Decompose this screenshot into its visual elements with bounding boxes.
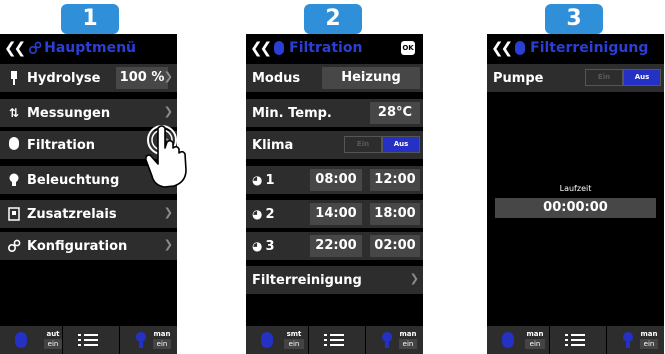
pump-icon[interactable]	[502, 332, 514, 348]
pump-status: smt ein	[284, 329, 304, 349]
chevron-right-icon: ❯	[163, 238, 173, 251]
page-title: Filtration	[289, 40, 363, 56]
menu-icon[interactable]	[324, 333, 344, 347]
laufzeit-value: 00:00:00	[495, 198, 656, 218]
pump-status: man ein	[525, 330, 545, 349]
timer-end[interactable]: 12:00	[370, 169, 420, 191]
menu-item-label: Zusatzrelais	[27, 206, 117, 222]
pump-icon[interactable]	[15, 332, 27, 348]
modus-value[interactable]: Heizung	[322, 67, 420, 89]
chevron-right-icon: ❯	[163, 105, 173, 118]
filterreinigung-label: Filterreinigung	[252, 272, 362, 288]
menu-item-label: Konfiguration	[27, 238, 128, 254]
back-icon[interactable]: ❮❮	[491, 39, 513, 57]
screen-main-menu: ❮❮ Hauptmenü Hydrolyse 100 % ❯ ⇅ Messung…	[0, 34, 177, 354]
timer-number: 1	[265, 172, 275, 188]
back-icon[interactable]: ❮❮	[250, 39, 272, 57]
bulb-icon[interactable]	[381, 331, 393, 349]
bulb-icon[interactable]	[622, 331, 634, 349]
timer-start[interactable]: 22:00	[310, 235, 362, 257]
toggle-ein[interactable]: Ein	[585, 69, 623, 86]
timer-row-1[interactable]: ◕ 1 08:00 12:00	[246, 166, 423, 194]
hydrolysis-icon	[11, 71, 17, 85]
timer-number: 3	[265, 238, 275, 254]
menu-item-konfiguration[interactable]: Konfiguration ❯	[0, 232, 177, 260]
toggle-aus[interactable]: Aus	[382, 136, 420, 153]
screen-filterreinigung: ❮❮ Filterreinigung Pumpe Ein Aus Laufzei…	[487, 34, 664, 354]
bottom-bar: smt ein man ein	[246, 326, 423, 354]
menu-icon[interactable]	[78, 333, 98, 347]
timer-end[interactable]: 02:00	[370, 235, 420, 257]
screen-filtration: ❮❮ Filtration OK Modus Heizung Min. Temp…	[246, 34, 423, 354]
page-title: Hauptmenü	[44, 40, 137, 56]
clock-icon: ◕	[252, 207, 263, 221]
light-status: man ein	[399, 330, 417, 349]
pump-status: aut ein	[44, 329, 62, 349]
ok-button[interactable]: OK	[401, 41, 415, 55]
bulb-icon	[9, 173, 19, 186]
measure-arrows-icon: ⇅	[8, 106, 20, 120]
timer-start[interactable]: 08:00	[310, 169, 362, 191]
timer-row-2[interactable]: ◕ 2 14:00 18:00	[246, 200, 423, 228]
page-title: Filterreinigung	[530, 40, 649, 56]
klima-label: Klima	[252, 137, 294, 153]
header: ❮❮ Filterreinigung	[487, 34, 664, 62]
menu-icon[interactable]	[565, 333, 585, 347]
bulb-icon[interactable]	[135, 331, 147, 349]
light-status: man ein	[153, 330, 171, 349]
pumpe-toggle[interactable]: Ein Aus	[585, 69, 661, 86]
step-badge-1: 1	[61, 4, 119, 34]
timer-number: 2	[265, 206, 275, 222]
pumpe-row[interactable]: Pumpe Ein Aus	[487, 64, 664, 92]
step-badge-3: 3	[545, 4, 603, 34]
menu-item-label: Beleuchtung	[27, 172, 120, 188]
toggle-aus[interactable]: Aus	[623, 69, 661, 86]
menu-item-hydrolyse[interactable]: Hydrolyse 100 % ❯	[0, 64, 177, 92]
step-badge-2: 2	[304, 4, 362, 34]
back-icon[interactable]: ❮❮	[4, 39, 26, 57]
header: ❮❮ Filtration OK	[246, 34, 423, 62]
timer-end[interactable]: 18:00	[370, 203, 420, 225]
header: ❮❮ Hauptmenü	[0, 34, 177, 62]
klima-toggle[interactable]: Ein Aus	[344, 136, 420, 153]
tap-gesture-icon	[145, 125, 187, 188]
menu-item-label: Filtration	[27, 137, 96, 153]
laufzeit-label: Laufzeit	[559, 184, 592, 193]
bottom-bar: aut ein man ein	[0, 326, 177, 354]
menu-item-zusatzrelais[interactable]: Zusatzrelais ❯	[0, 200, 177, 228]
gears-icon	[29, 41, 42, 55]
relay-icon	[8, 207, 20, 221]
timer-start[interactable]: 14:00	[310, 203, 362, 225]
modus-row[interactable]: Modus Heizung	[246, 64, 423, 92]
light-status: man ein	[640, 330, 658, 349]
filterreinigung-row[interactable]: Filterreinigung ❯	[246, 266, 423, 294]
min-temp-value[interactable]: 28°C	[370, 102, 420, 124]
pump-icon[interactable]	[261, 332, 273, 348]
chevron-right-icon: ❯	[409, 272, 419, 285]
chevron-right-icon: ❯	[163, 206, 173, 219]
clock-icon: ◕	[252, 173, 263, 187]
min-temp-label: Min. Temp.	[252, 105, 332, 121]
timer-row-3[interactable]: ◕ 3 22:00 02:00	[246, 232, 423, 260]
pump-icon	[6, 137, 22, 153]
hydrolyse-value: 100 %	[116, 67, 168, 89]
min-temp-row[interactable]: Min. Temp. 28°C	[246, 99, 423, 127]
pump-icon	[274, 41, 285, 55]
pumpe-label: Pumpe	[493, 70, 544, 86]
chevron-right-icon: ❯	[163, 70, 173, 83]
clock-icon: ◕	[252, 239, 263, 253]
gears-icon	[7, 239, 21, 253]
toggle-ein[interactable]: Ein	[344, 136, 382, 153]
pump-icon	[515, 41, 526, 55]
menu-item-label: Hydrolyse	[27, 70, 101, 86]
menu-item-label: Messungen	[27, 105, 111, 121]
klima-row[interactable]: Klima Ein Aus	[246, 131, 423, 159]
bottom-bar: man ein man ein	[487, 326, 664, 354]
modus-label: Modus	[252, 70, 301, 86]
